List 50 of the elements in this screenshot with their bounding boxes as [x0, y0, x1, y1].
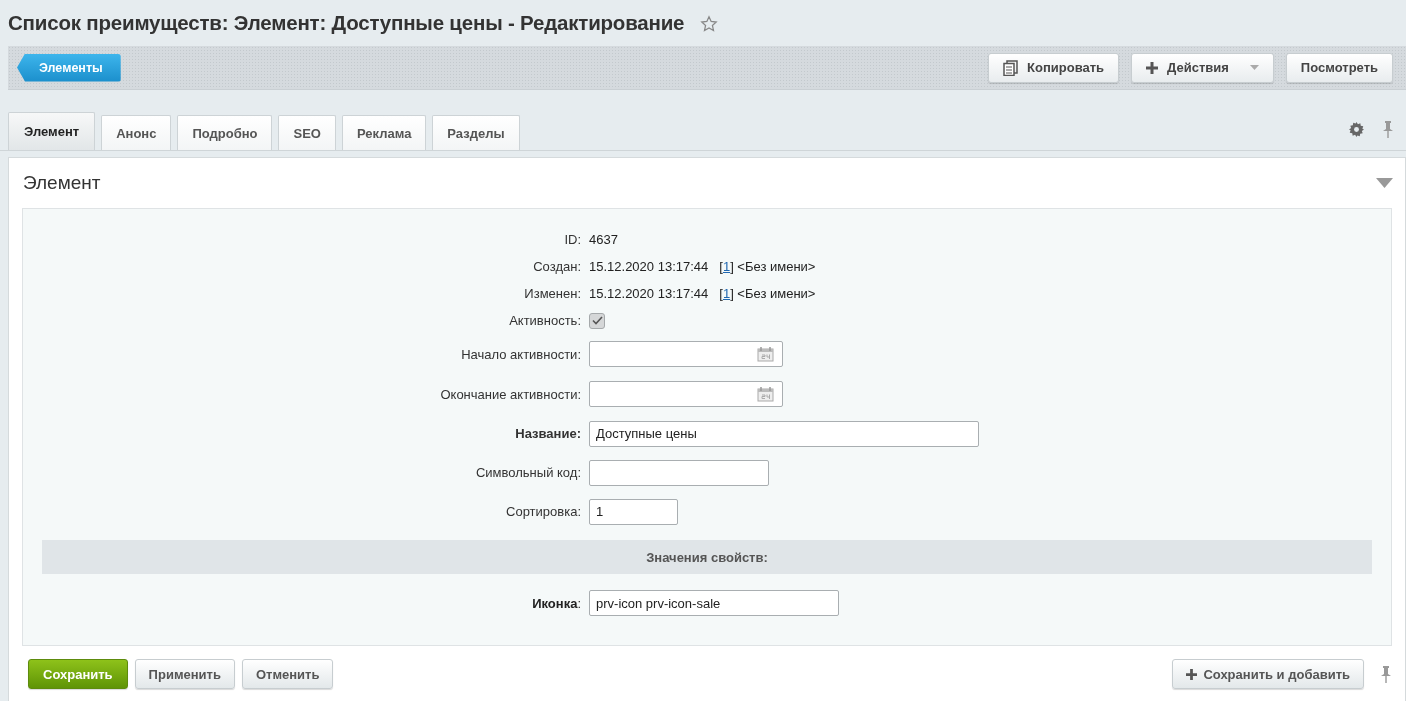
field-label: Начало активности: — [460, 346, 582, 362]
date-field[interactable] — [589, 341, 783, 367]
tab[interactable]: Подробно — [177, 115, 273, 150]
field-label: Активность: — [508, 313, 582, 328]
input-field[interactable]: Доступные цены — [589, 420, 979, 447]
page-title: Список преимуществ: Элемент: Доступные цены - Редактирование — [8, 11, 685, 35]
caret-icon — [1249, 65, 1259, 70]
field-value: 4637 — [589, 232, 618, 247]
section-header: Значения свойств: — [42, 540, 1372, 574]
field-label: Символьный код: — [474, 465, 582, 480]
bracket: [ — [719, 286, 723, 301]
tab[interactable]: SEO — [278, 115, 336, 150]
field-label: Создан: — [532, 259, 582, 274]
checkbox[interactable] — [589, 312, 605, 329]
collapse-arrow-icon[interactable] — [1376, 178, 1393, 188]
toolbar-button[interactable]: Копировать — [988, 52, 1120, 83]
field-value: 15.12.2020 13:17:44 — [589, 259, 709, 274]
field-label: Иконка: — [531, 595, 582, 611]
footer-button[interactable]: Отменить — [241, 659, 334, 689]
plus-icon — [1146, 61, 1159, 74]
tab[interactable]: Элемент — [8, 112, 96, 150]
pin-icon[interactable] — [1382, 121, 1394, 138]
field-label: Изменен: — [523, 286, 582, 301]
calendar-icon[interactable] — [757, 346, 774, 362]
tab[interactable]: Реклама — [341, 115, 427, 150]
footer-button[interactable]: Применить — [134, 659, 235, 689]
field-label: Окончание активности: — [439, 386, 582, 402]
tab[interactable]: Анонс — [101, 115, 172, 150]
field-label: Название: — [514, 426, 582, 441]
input-field[interactable] — [589, 459, 769, 486]
copy-icon — [1003, 59, 1019, 76]
pin-icon[interactable] — [1380, 665, 1392, 683]
section-title: Элемент — [23, 172, 101, 194]
user-name: ] <Без имени> — [730, 286, 816, 301]
calendar-icon[interactable] — [757, 386, 774, 402]
tab[interactable]: Разделы — [432, 115, 520, 150]
input-field[interactable]: 1 — [589, 498, 678, 525]
date-field[interactable] — [589, 381, 783, 407]
plus-icon — [1186, 668, 1198, 680]
settings-icon[interactable] — [1349, 122, 1364, 137]
field-value: 15.12.2020 13:17:44 — [589, 286, 709, 301]
save-add-button[interactable]: Сохранить и добавить — [1172, 659, 1364, 689]
toolbar-button[interactable]: Посмотреть — [1285, 52, 1393, 83]
field-label: ID: — [563, 232, 582, 247]
field-label: Сортировка: — [505, 504, 582, 519]
toolbar-button[interactable]: Действия — [1131, 52, 1274, 83]
user-name: ] <Без имени> — [730, 259, 816, 274]
input-field[interactable]: prv-icon prv-icon-sale — [589, 590, 839, 616]
bracket: [ — [719, 259, 723, 274]
star-icon[interactable] — [700, 15, 719, 33]
